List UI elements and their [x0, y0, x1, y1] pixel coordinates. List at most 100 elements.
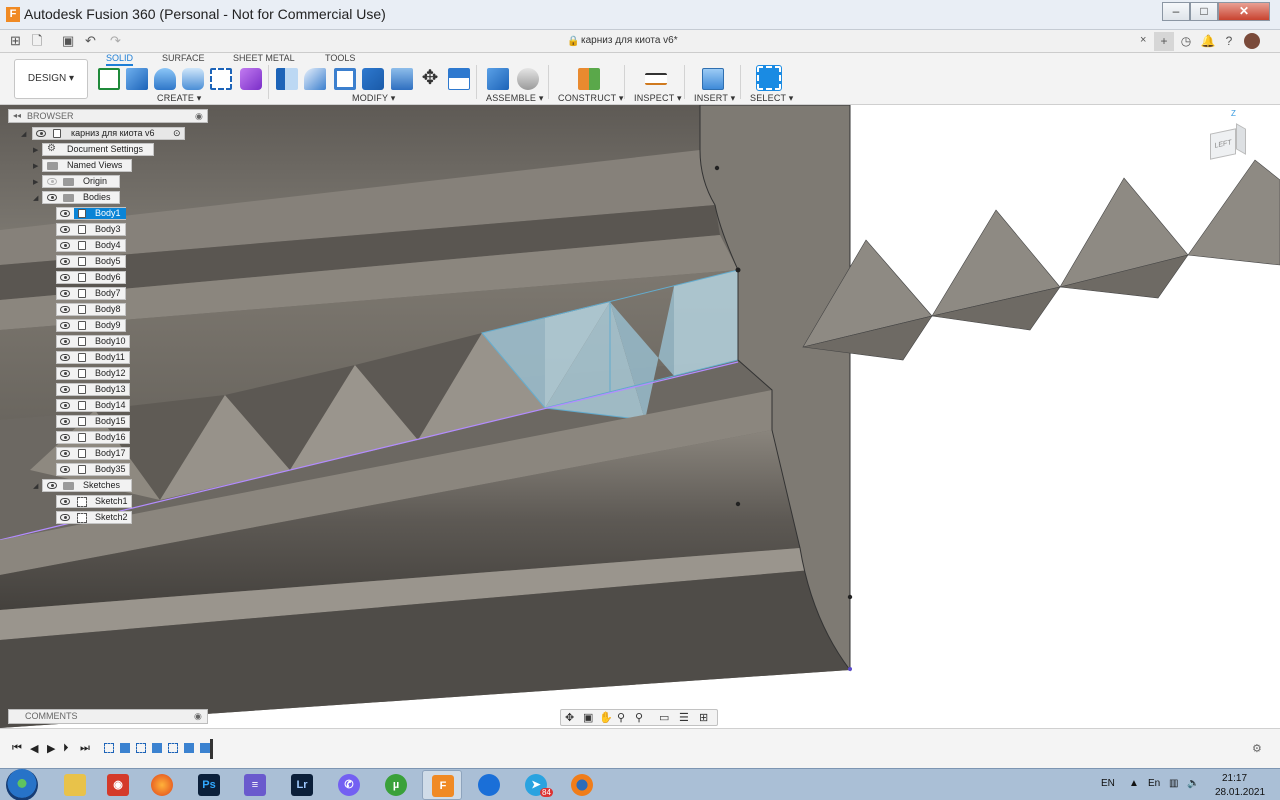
revolve-icon[interactable] — [154, 68, 176, 90]
job-status-icon[interactable]: ◷ — [1176, 32, 1196, 51]
form-icon[interactable] — [240, 68, 262, 90]
timeline-settings-icon[interactable]: ⚙ — [1252, 742, 1262, 755]
vertex-point[interactable] — [847, 594, 853, 600]
expand-arrow-icon[interactable]: ◢ — [21, 129, 26, 140]
browser-body-row[interactable]: Body4 — [56, 239, 126, 252]
view-cube[interactable]: Z LEFT — [1198, 109, 1258, 173]
browser-root[interactable]: ◢ карниз для киота v6 ⊙ — [21, 127, 185, 140]
browser-sketch-row[interactable]: Sketch2 — [56, 511, 132, 524]
collapse-arrow-icon[interactable]: ◢ — [33, 193, 38, 204]
clock-date[interactable]: 28.01.2021 — [1215, 787, 1265, 798]
taskbar-lightroom[interactable]: Lr — [282, 770, 322, 800]
taskbar-notes[interactable]: ≡ — [235, 770, 275, 800]
grid-menu-icon[interactable]: ⊞ — [10, 33, 21, 49]
comments-panel[interactable]: COMMENTS ◉ — [8, 709, 208, 724]
browser-sketch-row[interactable]: Sketch1 — [56, 495, 132, 508]
browser-body-row[interactable]: Body8 — [56, 303, 126, 316]
taskbar-telegram[interactable]: ➤ 84 — [516, 770, 556, 800]
create-menu[interactable]: CREATE ▾ — [157, 93, 201, 104]
pin-icon[interactable]: ◉ — [195, 110, 203, 122]
timeline-feature-sketch[interactable] — [136, 743, 146, 753]
visibility-eye-icon[interactable] — [60, 290, 70, 297]
step-back-icon[interactable]: ◀ — [30, 742, 38, 755]
document-tab-title[interactable]: карниз для киота v6* — [581, 35, 678, 46]
browser-body-row[interactable]: Body6 — [56, 271, 126, 284]
look-at-icon[interactable]: ▣ — [583, 712, 593, 724]
expand-arrow-icon[interactable]: ▶ — [33, 161, 38, 172]
visibility-eye-icon[interactable] — [60, 514, 70, 521]
vertex-point[interactable] — [735, 501, 741, 507]
browser-body-row[interactable]: Body3 — [56, 223, 126, 236]
go-to-start-icon[interactable]: ⏮ — [12, 742, 22, 755]
floating-pyramids[interactable] — [802, 159, 1280, 361]
timeline-feature-extrude[interactable] — [120, 743, 130, 753]
zoom-icon[interactable]: ⚲ — [617, 712, 625, 724]
timeline-feature-extrude[interactable] — [152, 743, 162, 753]
expand-arrow-icon[interactable]: ▶ — [33, 177, 38, 188]
activate-icon[interactable]: ⊙ — [173, 128, 181, 139]
taskbar-firefox[interactable] — [142, 770, 182, 800]
visibility-eye-icon[interactable] — [60, 354, 70, 361]
browser-item-sketches[interactable]: ◢ Sketches — [33, 479, 132, 492]
taskbar-photoshop[interactable]: Ps — [189, 770, 229, 800]
visibility-eye-icon[interactable] — [47, 194, 57, 201]
visibility-eye-icon[interactable] — [60, 498, 70, 505]
select-menu[interactable]: SELECT ▾ — [750, 93, 793, 104]
browser-body-row[interactable]: Body16 — [56, 431, 130, 444]
browser-body-row[interactable]: Body7 — [56, 287, 126, 300]
display-settings-icon[interactable]: ▭ — [659, 712, 669, 724]
file-menu-icon[interactable]: 🗋 — [32, 33, 42, 49]
play-icon[interactable]: ▶ — [47, 742, 55, 755]
canvas-viewport[interactable]: Z LEFT — [0, 105, 1280, 728]
notifications-icon[interactable]: 🔔 — [1198, 32, 1218, 51]
pin-icon[interactable]: ◉ — [194, 710, 202, 723]
new-tab-icon[interactable]: + — [1154, 32, 1174, 51]
network-icon[interactable]: ▥ — [1169, 778, 1178, 789]
combine-icon[interactable] — [362, 68, 384, 90]
browser-header[interactable]: ◂◂ BROWSER ◉ — [8, 109, 208, 123]
visibility-eye-icon[interactable] — [60, 274, 70, 281]
joint-icon[interactable] — [517, 68, 539, 90]
rectangular-pattern-icon[interactable] — [210, 68, 232, 90]
browser-body-row[interactable]: Body13 — [56, 383, 130, 396]
visibility-eye-icon[interactable] — [60, 210, 70, 217]
align-icon[interactable] — [448, 68, 470, 90]
clock-time[interactable]: 21:17 — [1222, 773, 1247, 784]
undo-icon[interactable]: ↶ — [85, 33, 96, 49]
go-to-end-icon[interactable]: ⏭ — [80, 742, 90, 755]
visibility-eye-icon[interactable] — [36, 130, 46, 137]
browser-body-row[interactable]: Body5 — [56, 255, 126, 268]
view-cube-face[interactable]: LEFT — [1210, 128, 1236, 160]
shell-icon[interactable] — [334, 68, 356, 90]
taskbar-viber[interactable]: ✆ — [329, 770, 369, 800]
browser-body-row[interactable]: Body1 — [56, 207, 126, 220]
browser-body-row[interactable]: Body11 — [56, 351, 130, 364]
visibility-eye-icon[interactable] — [47, 178, 57, 185]
inspect-menu[interactable]: INSPECT ▾ — [634, 93, 682, 104]
user-avatar[interactable] — [1244, 33, 1260, 49]
grid-settings-icon[interactable]: ☰ — [679, 712, 689, 724]
taskbar-fusion[interactable]: F — [422, 770, 462, 800]
browser-body-row[interactable]: Body14 — [56, 399, 130, 412]
visibility-eye-icon[interactable] — [60, 370, 70, 377]
expand-arrow-icon[interactable]: ▶ — [33, 145, 38, 156]
modify-menu[interactable]: MODIFY ▾ — [352, 93, 395, 104]
scale-icon[interactable] — [391, 68, 413, 90]
collapse-arrow-icon[interactable]: ◢ — [33, 481, 38, 492]
timeline-feature-combine[interactable] — [200, 743, 210, 753]
minimize-button[interactable]: – — [1162, 2, 1190, 21]
workspace-switcher[interactable]: DESIGN ▾ — [14, 59, 88, 99]
taskbar-utorrent[interactable]: µ — [376, 770, 416, 800]
save-icon[interactable]: ▣ — [62, 33, 74, 49]
visibility-eye-icon[interactable] — [60, 386, 70, 393]
model-canvas[interactable] — [0, 105, 1280, 728]
visibility-eye-icon[interactable] — [60, 450, 70, 457]
visibility-eye-icon[interactable] — [60, 306, 70, 313]
keyboard-layout-icon[interactable]: En — [1148, 778, 1160, 789]
orbit-icon[interactable]: ✥ — [565, 712, 574, 724]
start-button[interactable] — [6, 769, 38, 800]
help-icon[interactable]: ? — [1219, 32, 1239, 51]
tab-solid[interactable]: SOLID — [106, 53, 134, 66]
new-component-icon[interactable] — [487, 68, 509, 90]
redo-icon[interactable]: ↷ — [110, 33, 121, 49]
